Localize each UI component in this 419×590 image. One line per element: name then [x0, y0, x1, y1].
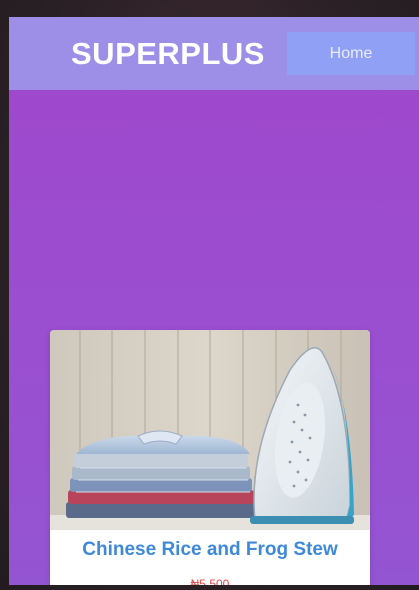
product-price: ₦5,500 [190, 577, 230, 585]
product-title[interactable]: Chinese Rice and Frog Stew [50, 539, 370, 561]
product-card[interactable]: Chinese Rice and Frog Stew ₦5,500 [50, 330, 370, 585]
site-header: SUPERPLUS Home [9, 17, 419, 90]
nav-home-link[interactable]: Home [287, 32, 415, 75]
brand-logo[interactable]: SUPERPLUS [71, 36, 265, 72]
page-viewport: SUPERPLUS Home Chinese Rice and Frog Ste… [9, 17, 419, 585]
ironing-shirts-photo [50, 330, 370, 530]
